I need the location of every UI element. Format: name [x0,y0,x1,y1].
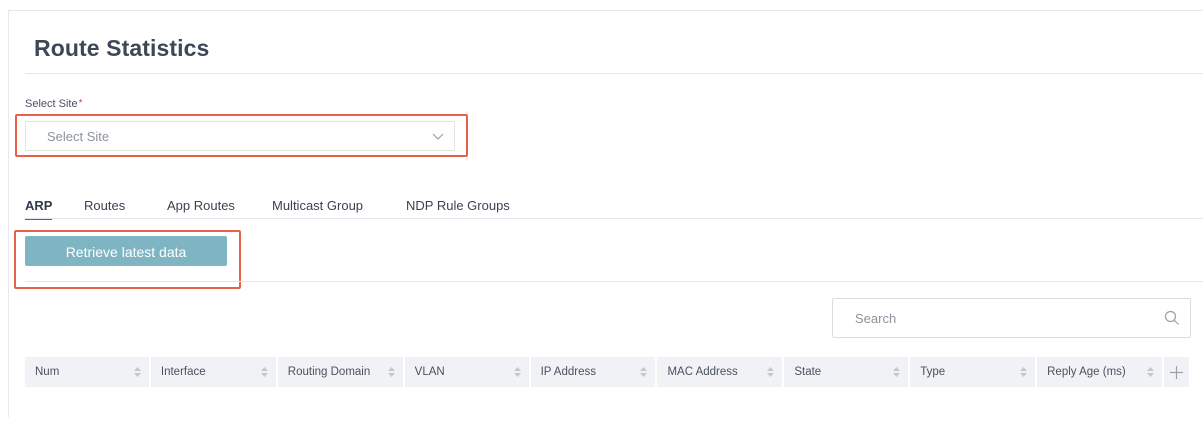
sort-icon[interactable] [893,367,901,377]
sort-icon[interactable] [387,367,395,377]
page-title: Route Statistics [34,35,210,61]
tab-app-routes[interactable]: App Routes [167,198,235,218]
column-header-mac-address[interactable]: MAC Address [657,357,785,387]
add-column-button[interactable] [1164,357,1189,387]
column-label: Reply Age (ms) [1047,366,1126,378]
column-header-state[interactable]: State [784,357,911,387]
column-label: Type [920,366,946,378]
column-header-type[interactable]: Type [910,357,1038,387]
required-mark: * [78,98,83,109]
column-label: MAC Address [667,366,738,378]
sort-icon[interactable] [1147,367,1155,377]
tab-routes[interactable]: Routes [84,198,125,218]
column-header-reply-age[interactable]: Reply Age (ms) [1037,357,1165,387]
select-site-dropdown[interactable]: Select Site [25,121,455,151]
column-label: Interface [160,366,206,378]
sort-icon[interactable] [767,367,775,377]
sort-icon[interactable] [640,367,648,377]
tab-arp[interactable]: ARP [25,198,53,220]
select-site-label-text: Select Site [25,98,78,110]
search-placeholder: Search [855,311,897,326]
plus-icon [1170,365,1183,379]
search-input[interactable]: Search [832,298,1191,338]
column-header-num[interactable]: Num [25,357,151,387]
sort-icon[interactable] [133,367,141,377]
sort-icon[interactable] [1020,367,1028,377]
title-divider [25,73,1203,74]
column-header-vlan[interactable]: VLAN [405,357,531,387]
tab-multicast-group[interactable]: Multicast Group [272,198,363,218]
section-divider [25,281,1203,282]
select-site-label: Select Site* [25,98,83,110]
table-header: Num Interface Routing Domain VLAN IP Add… [25,357,1189,387]
chevron-down-icon [432,133,444,140]
search-icon[interactable] [1164,310,1180,326]
select-site-placeholder: Select Site [47,129,110,144]
sort-icon[interactable] [513,367,521,377]
column-header-ip-address[interactable]: IP Address [531,357,658,387]
column-header-routing-domain[interactable]: Routing Domain [278,357,405,387]
column-label: Num [35,366,60,378]
column-header-interface[interactable]: Interface [151,357,278,387]
column-label: Routing Domain [287,366,371,378]
tab-ndp-rule-groups[interactable]: NDP Rule Groups [406,198,510,218]
column-label: VLAN [414,366,445,378]
column-label: State [794,366,822,378]
retrieve-latest-data-button[interactable]: Retrieve latest data [25,236,227,266]
sort-icon[interactable] [260,367,268,377]
column-label: IP Address [540,366,596,378]
tabs-divider [25,218,1203,219]
